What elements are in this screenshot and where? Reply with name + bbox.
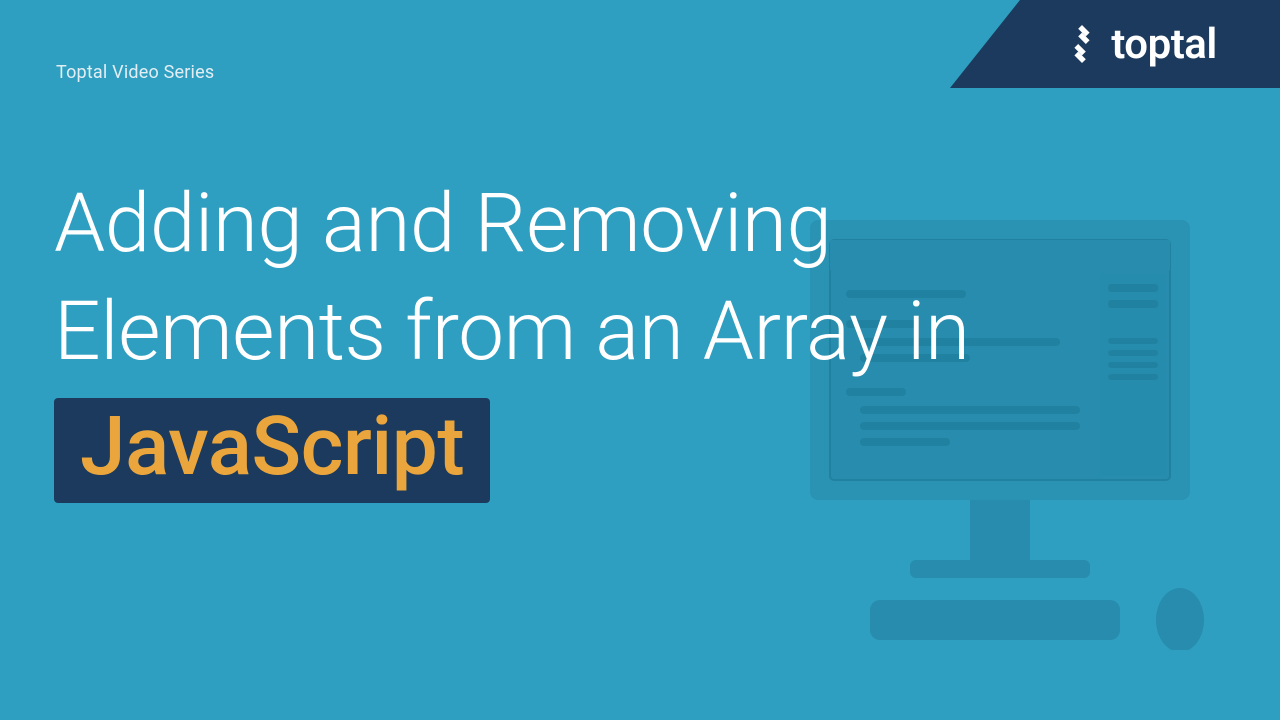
title-line-2: Elements from an Array in <box>54 284 970 380</box>
series-subtitle: Toptal Video Series <box>56 62 214 83</box>
brand-name: toptal <box>1111 20 1217 69</box>
language-tag: JavaScript <box>54 398 490 502</box>
title-line-1: Adding and Removing <box>54 176 832 272</box>
video-title: Adding and Removing Elements from an Arr… <box>54 170 1240 503</box>
toptal-logo-icon <box>1063 25 1101 63</box>
brand-banner: toptal <box>950 0 1280 88</box>
